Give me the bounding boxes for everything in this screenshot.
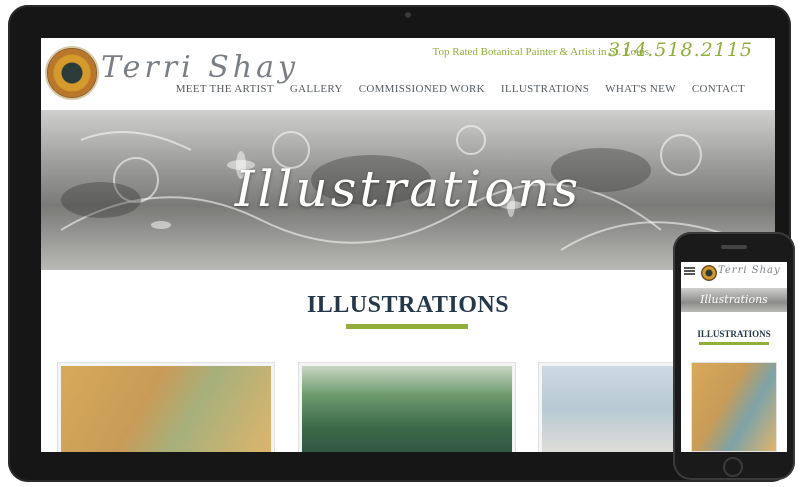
phone-screen: Terri Shay Illustrations ILLUSTRATIONS bbox=[681, 262, 787, 452]
tablet-screen: Terri Shay Top Rated Botanical Painter &… bbox=[41, 38, 775, 452]
nav-item-gallery[interactable]: GALLERY bbox=[290, 83, 343, 95]
phone-device-frame: Terri Shay Illustrations ILLUSTRATIONS bbox=[673, 232, 795, 480]
hero-banner: Illustrations bbox=[41, 110, 775, 270]
nav-item-meet-the-artist[interactable]: MEET THE ARTIST bbox=[176, 83, 274, 95]
hamburger-menu-icon[interactable] bbox=[684, 267, 695, 275]
mobile-logo-text[interactable]: Terri Shay bbox=[718, 265, 781, 276]
mobile-page-title: ILLUSTRATIONS bbox=[697, 329, 771, 339]
gallery-card[interactable] bbox=[298, 362, 516, 452]
tablet-camera bbox=[405, 12, 411, 18]
phone-number-link[interactable]: 314.518.2115 bbox=[608, 39, 753, 61]
phone-home-button bbox=[723, 457, 743, 477]
hero-title: Illustrations bbox=[234, 160, 582, 218]
nav-item-illustrations[interactable]: ILLUSTRATIONS bbox=[501, 83, 589, 95]
sunflower-logo-icon[interactable] bbox=[45, 46, 99, 100]
gallery-card[interactable] bbox=[57, 362, 275, 452]
illustration-thumbnail-image[interactable] bbox=[61, 366, 271, 452]
mobile-hero-title: Illustrations bbox=[700, 293, 768, 306]
nav-item-contact[interactable]: CONTACT bbox=[692, 83, 745, 95]
page-title: ILLUSTRATIONS bbox=[306, 292, 510, 318]
mobile-hero-banner: Illustrations bbox=[681, 288, 787, 312]
mobile-illustration-thumbnail-image[interactable] bbox=[691, 362, 777, 452]
mobile-title-underline-divider bbox=[699, 342, 769, 345]
site-header: Terri Shay Top Rated Botanical Painter &… bbox=[41, 38, 775, 110]
nav-item-whats-new[interactable]: WHAT'S NEW bbox=[605, 83, 676, 95]
illustration-thumbnail-image[interactable] bbox=[542, 366, 694, 452]
nav-item-commissioned-work[interactable]: COMMISSIONED WORK bbox=[359, 83, 485, 95]
site-logo-text[interactable]: Terri Shay bbox=[101, 50, 299, 85]
sunflower-logo-icon[interactable] bbox=[701, 265, 717, 281]
title-underline-divider bbox=[346, 324, 468, 329]
illustration-thumbnail-image[interactable] bbox=[302, 366, 512, 452]
main-nav: MEET THE ARTIST GALLERY COMMISSIONED WOR… bbox=[176, 83, 745, 95]
phone-speaker bbox=[721, 245, 747, 249]
